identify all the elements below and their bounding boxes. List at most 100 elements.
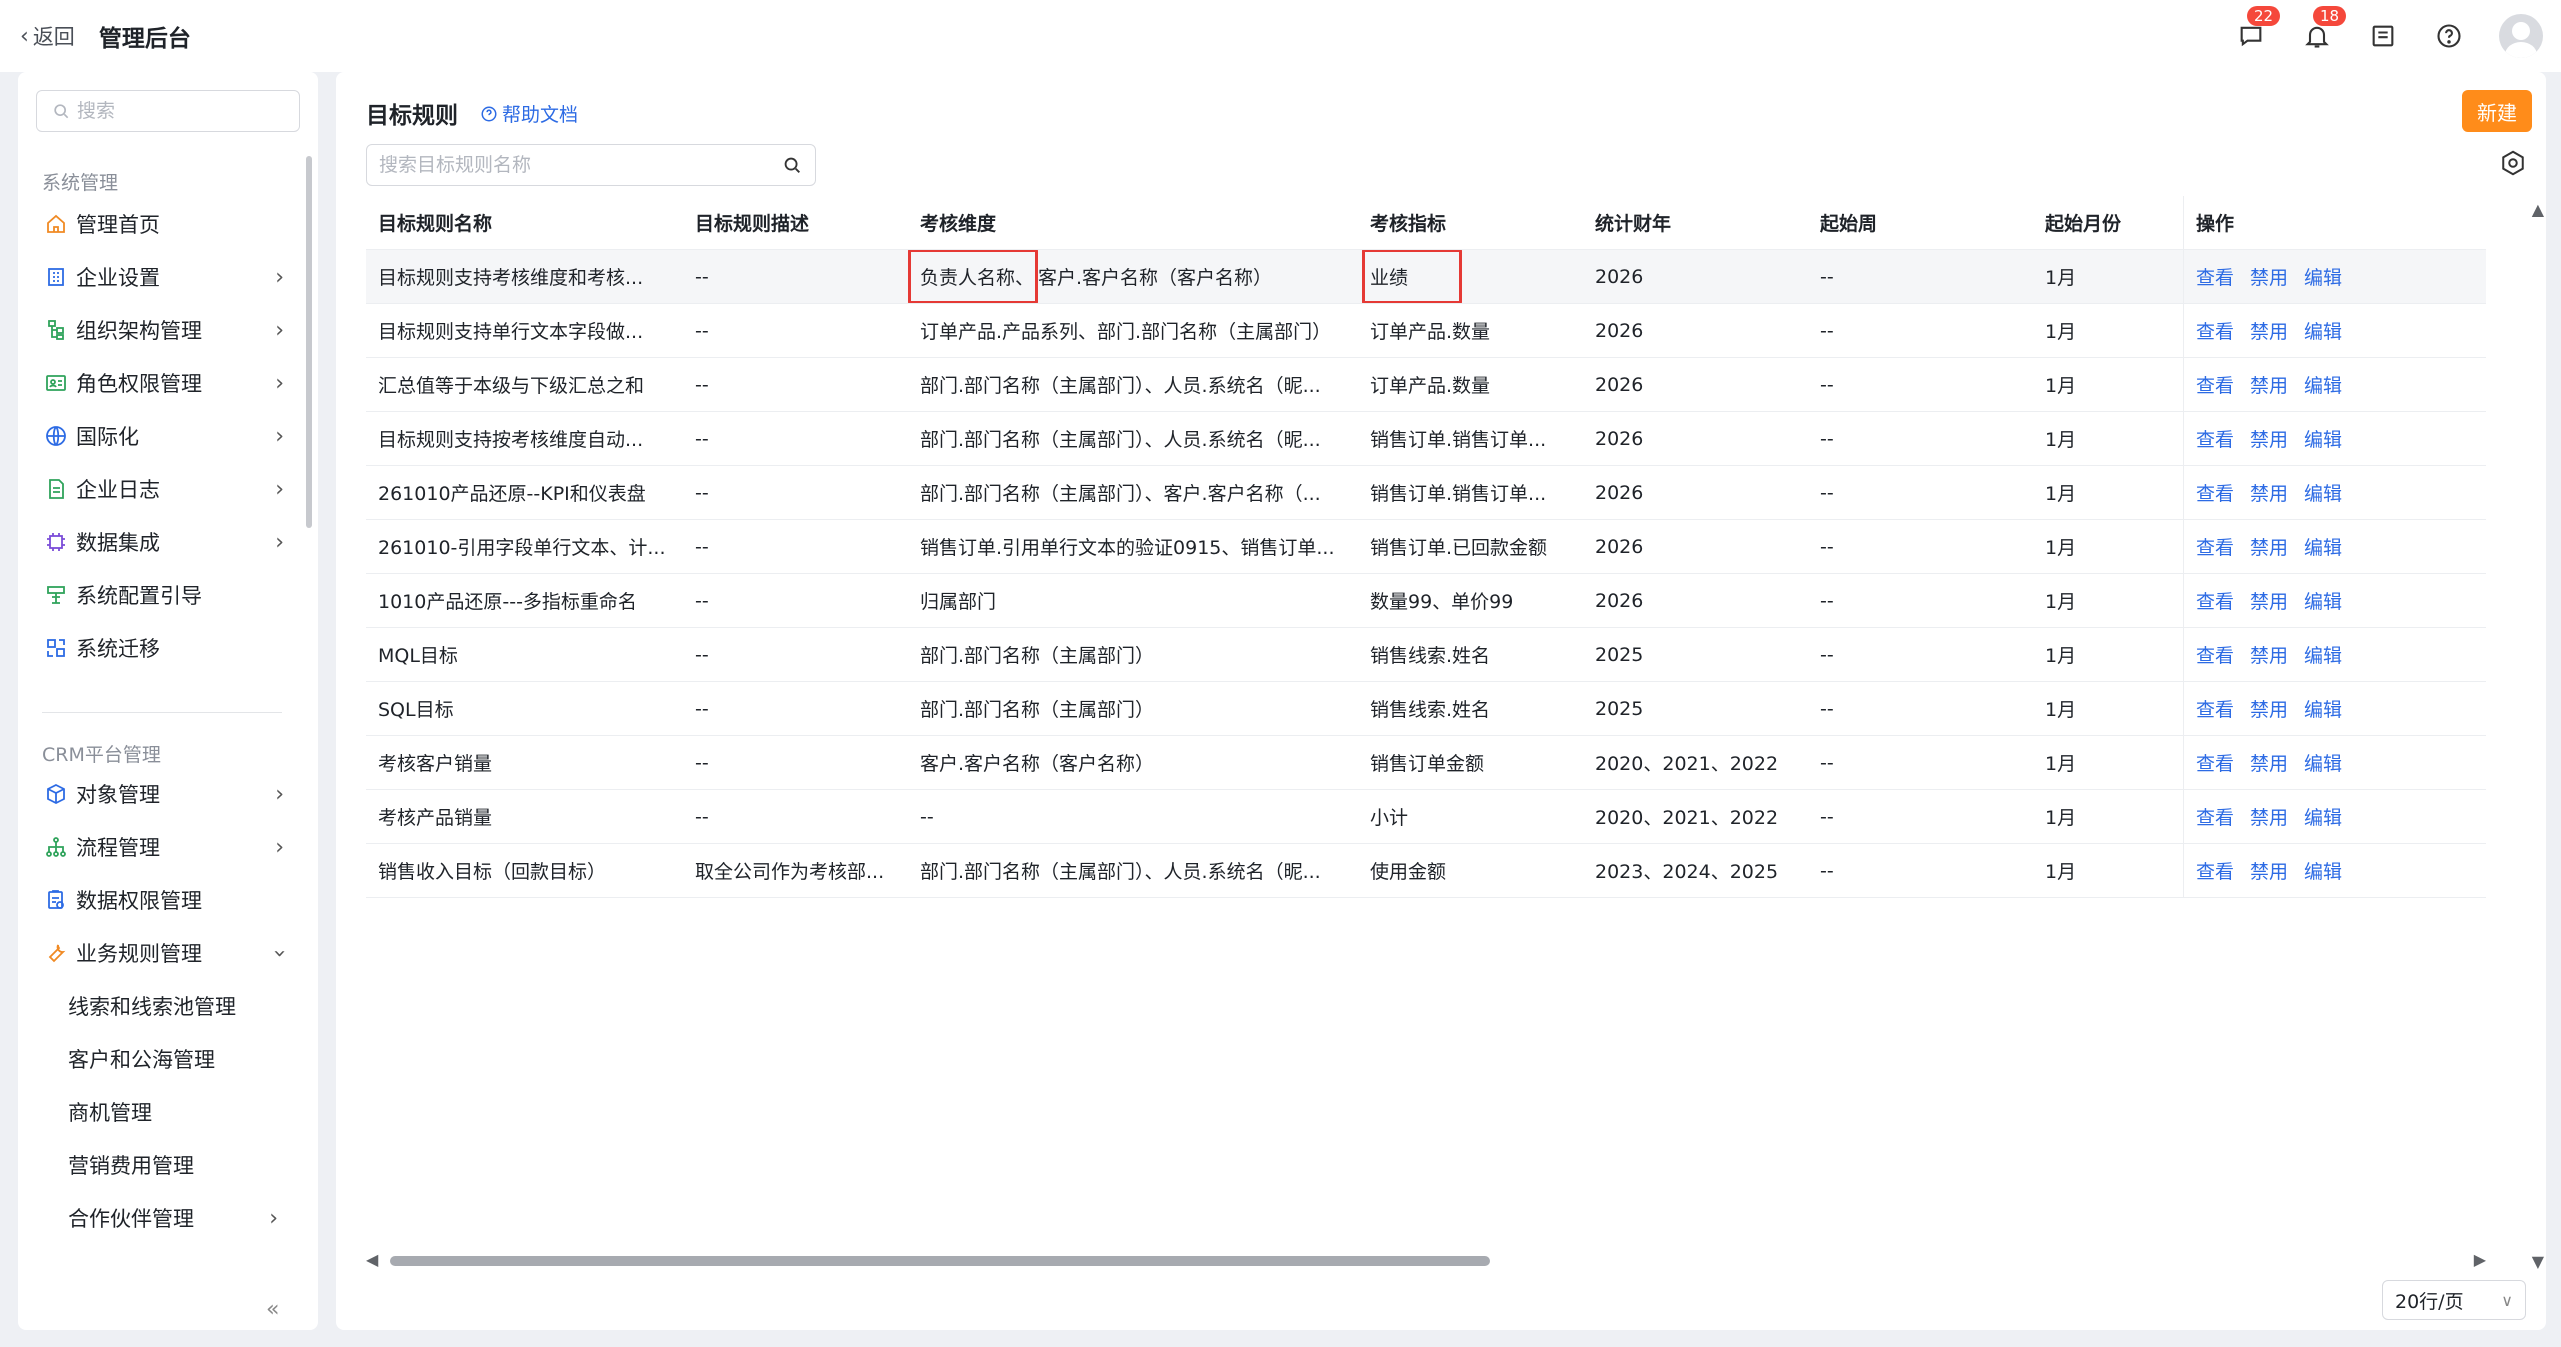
messages-button[interactable]: 22 [2235,6,2281,52]
sidebar-item-data-permission[interactable]: 数据权限管理 [44,878,294,922]
table-row[interactable]: 目标规则支持单行文本字段做... -- 订单产品.产品系列、部门.部门名称（主属部门… [366,304,2486,358]
edit-link[interactable]: 编辑 [2304,317,2342,344]
table-row[interactable]: 261010产品还原--KPI和仪表盘 -- 部门.部门名称（主属部门）、客户.客户… [366,466,2486,520]
view-link[interactable]: 查看 [2196,587,2234,614]
view-link[interactable]: 查看 [2196,533,2234,560]
sidebar-item-business-rules[interactable]: 业务规则管理 › [44,931,294,975]
sidebar-item-objects[interactable]: 对象管理 › [44,772,294,816]
cell-fiscal-year: 2025 [1595,697,1644,720]
view-link[interactable]: 查看 [2196,857,2234,884]
sidebar-item-migration[interactable]: 系统迁移 [44,626,294,670]
back-button[interactable]: ‹ 返回 [20,21,75,51]
column-settings-icon[interactable] [2498,148,2528,178]
view-link[interactable]: 查看 [2196,641,2234,668]
sidebar-item-i18n[interactable]: 国际化 › [44,414,294,458]
disable-link[interactable]: 禁用 [2250,641,2288,668]
sidebar-subitem-customers[interactable]: 客户和公海管理 [68,1037,288,1081]
sidebar-item-company-settings[interactable]: 企业设置 › [44,255,294,299]
view-link[interactable]: 查看 [2196,479,2234,506]
collapse-sidebar-icon[interactable]: « [266,1297,279,1322]
table-row[interactable]: 考核客户销量 -- 客户.客户名称（客户名称） 销售订单金额 2020、2021、202… [366,736,2486,790]
sidebar-item-home[interactable]: 管理首页 [44,202,294,246]
dimension-text: 部门.部门名称（主属部门）、客户.客户名称（... [920,483,1321,505]
edit-link[interactable]: 编辑 [2304,425,2342,452]
tasks-button[interactable] [2367,20,2399,52]
horizontal-scrollbar[interactable]: ◀ ▶ [366,1250,2486,1270]
edit-link[interactable]: 编辑 [2304,695,2342,722]
table-row[interactable]: 销售收入目标（回款目标） 取全公司作为考核部... 部门.部门名称（主属部门）、人员… [366,844,2486,898]
edit-link[interactable]: 编辑 [2304,533,2342,560]
edit-link[interactable]: 编辑 [2304,263,2342,290]
disable-link[interactable]: 禁用 [2250,533,2288,560]
disable-link[interactable]: 禁用 [2250,695,2288,722]
sidebar-item-org[interactable]: 组织架构管理 › [44,308,294,352]
edit-link[interactable]: 编辑 [2304,803,2342,830]
edit-link[interactable]: 编辑 [2304,749,2342,776]
table-row[interactable]: SQL目标 -- 部门.部门名称（主属部门） 销售线索.姓名 2025 -- 1月 查看 禁用编… [366,682,2486,736]
view-link[interactable]: 查看 [2196,803,2234,830]
disable-link[interactable]: 禁用 [2250,425,2288,452]
scroll-right-icon[interactable]: ▶ [2474,1250,2486,1269]
sidebar-subitem-marketing-expense[interactable]: 营销费用管理 [68,1143,288,1187]
scroll-track[interactable] [390,1256,2462,1266]
sidebar-item-role[interactable]: 角色权限管理 › [44,361,294,405]
edit-link[interactable]: 编辑 [2304,587,2342,614]
view-link[interactable]: 查看 [2196,425,2234,452]
scroll-down-icon[interactable]: ▼ [2532,1252,2544,1271]
group-crm-label: CRM平台管理 [42,744,161,766]
search-icon[interactable] [781,154,803,176]
disable-link[interactable]: 禁用 [2250,587,2288,614]
sidebar-item-config-guide[interactable]: 系统配置引导 [44,573,294,617]
back-label: 返回 [32,25,75,49]
edit-link[interactable]: 编辑 [2304,479,2342,506]
col-header-name: 目标规则名称 [378,213,493,235]
sidebar-search[interactable] [36,90,300,132]
table-row[interactable]: 考核产品销量 -- -- 小计 2020、2021、2022 -- 1月 查看 禁用 编辑 [366,790,2486,844]
disable-link[interactable]: 禁用 [2250,263,2288,290]
disable-link[interactable]: 禁用 [2250,317,2288,344]
help-doc-label: 帮助文档 [502,104,579,126]
table-row[interactable]: 汇总值等于本级与下级汇总之和 -- 部门.部门名称（主属部门）、人员.系统名（昵..… [366,358,2486,412]
new-button[interactable]: 新建 [2462,90,2532,132]
cell-dimension: 部门.部门名称（主属部门）、客户.客户名称（... [908,466,1358,519]
table-row[interactable]: 目标规则支持考核维度和考核... -- 负责人名称、 客户.客户名称（客户名称） 业绩 2… [366,250,2486,304]
view-link[interactable]: 查看 [2196,749,2234,776]
cell-dimension: 部门.部门名称（主属部门） [908,628,1358,681]
sidebar-subitem-leads[interactable]: 线索和线索池管理 [68,984,288,1028]
scroll-thumb[interactable] [390,1256,1490,1266]
view-link[interactable]: 查看 [2196,695,2234,722]
avatar[interactable] [2499,14,2543,58]
table-row[interactable]: 目标规则支持按考核维度自动... -- 部门.部门名称（主属部门）、人员.系统名（昵… [366,412,2486,466]
table-row[interactable]: 261010-引用字段单行文本、计... -- 销售订单.引用单行文本的验证0915… [366,520,2486,574]
edit-link[interactable]: 编辑 [2304,641,2342,668]
table-row[interactable]: MQL目标 -- 部门.部门名称（主属部门） 销售线索.姓名 2025 -- 1月 查看 禁用编… [366,628,2486,682]
sidebar-item-logs[interactable]: 企业日志 › [44,467,294,511]
rule-search[interactable] [366,144,816,186]
disable-link[interactable]: 禁用 [2250,857,2288,884]
disable-link[interactable]: 禁用 [2250,749,2288,776]
disable-link[interactable]: 禁用 [2250,803,2288,830]
view-link[interactable]: 查看 [2196,371,2234,398]
scroll-up-icon[interactable]: ▲ [2532,200,2544,219]
notifications-button[interactable]: 18 [2301,6,2347,52]
sidebar-search-input[interactable] [77,100,277,122]
cell-start-week: -- [1820,373,1834,396]
table-row[interactable]: 1010产品还原---多指标重命名 -- 归属部门 数量99、单价99 2026 -- 1月… [366,574,2486,628]
disable-link[interactable]: 禁用 [2250,371,2288,398]
sidebar-item-data-integration[interactable]: 数据集成 › [44,520,294,564]
sidebar-subitem-opportunities[interactable]: 商机管理 [68,1090,288,1134]
help-doc-link[interactable]: 帮助文档 [480,100,578,127]
view-link[interactable]: 查看 [2196,317,2234,344]
edit-link[interactable]: 编辑 [2304,857,2342,884]
edit-link[interactable]: 编辑 [2304,371,2342,398]
rule-search-input[interactable] [379,154,781,176]
disable-link[interactable]: 禁用 [2250,479,2288,506]
sidebar-item-process[interactable]: 流程管理 › [44,825,294,869]
view-link[interactable]: 查看 [2196,263,2234,290]
scroll-left-icon[interactable]: ◀ [366,1250,378,1269]
page-size-select[interactable]: 20行/页 ∨ [2382,1280,2526,1320]
help-button[interactable] [2433,20,2465,52]
sidebar-subitem-partners[interactable]: 合作伙伴管理 › [68,1196,288,1240]
sidebar-scrollbar[interactable] [306,156,312,528]
metric-text: 订单产品.数量 [1370,375,1491,397]
